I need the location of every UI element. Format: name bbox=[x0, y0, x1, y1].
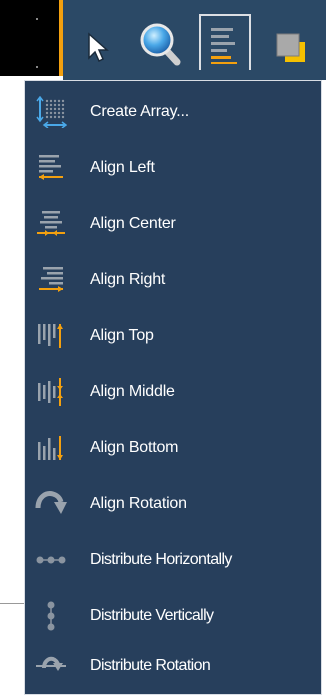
canvas-dot bbox=[36, 18, 38, 20]
menu-item-align-rotation[interactable]: Align Rotation bbox=[25, 479, 321, 529]
pointer-icon bbox=[88, 32, 109, 63]
menu-item-align-bottom[interactable]: Align Bottom bbox=[25, 423, 321, 473]
menu-item-label: Align Left bbox=[90, 159, 155, 176]
menu-item-align-middle[interactable]: Align Middle bbox=[25, 367, 321, 417]
menu-item-label: Align Middle bbox=[90, 383, 175, 400]
pointer-tool-button[interactable] bbox=[67, 14, 119, 70]
menu-item-distribute-vertically[interactable]: Distribute Vertically bbox=[25, 591, 321, 641]
menu-item-label: Align Top bbox=[90, 327, 154, 344]
toolbar bbox=[63, 0, 326, 80]
menu-item-label: Distribute Rotation bbox=[90, 657, 211, 674]
menu-item-label: Align Bottom bbox=[90, 439, 179, 456]
create-array-icon bbox=[36, 96, 67, 128]
distribute-rotation-icon bbox=[36, 656, 66, 671]
align-tool-button[interactable] bbox=[199, 14, 251, 70]
zoom-icon bbox=[140, 23, 181, 66]
align-rotation-icon bbox=[35, 491, 67, 514]
menu-item-align-left[interactable]: Align Left bbox=[25, 143, 321, 193]
align-right-icon bbox=[39, 267, 63, 292]
menu-item-align-right[interactable]: Align Right bbox=[25, 255, 321, 305]
menu-item-label: Align Right bbox=[90, 271, 166, 288]
layers-tool-button[interactable] bbox=[265, 14, 317, 70]
menu-item-label: Align Center bbox=[90, 215, 176, 232]
align-left-icon bbox=[39, 155, 63, 180]
align-left-icon bbox=[211, 28, 237, 64]
align-menu: Create Array... Align Left Align Center bbox=[24, 80, 322, 695]
menu-item-label: Distribute Vertically bbox=[90, 607, 214, 624]
distribute-vertically-icon bbox=[47, 601, 55, 631]
menu-item-label: Align Rotation bbox=[90, 495, 187, 512]
menu-item-align-center[interactable]: Align Center bbox=[25, 199, 321, 249]
menu-item-label: Distribute Horizontally bbox=[90, 551, 232, 568]
menu-item-label: Create Array... bbox=[90, 103, 189, 120]
align-center-icon bbox=[37, 211, 65, 236]
menu-item-create-array[interactable]: Create Array... bbox=[25, 87, 321, 137]
menu-item-align-top[interactable]: Align Top bbox=[25, 311, 321, 361]
distribute-horizontally-icon bbox=[36, 556, 66, 564]
align-top-icon bbox=[38, 324, 63, 348]
canvas-edge bbox=[0, 0, 62, 76]
zoom-tool-button[interactable] bbox=[133, 14, 185, 70]
canvas-dot bbox=[36, 66, 38, 68]
align-middle-icon bbox=[38, 378, 63, 406]
layers-icon bbox=[276, 33, 305, 62]
menu-item-distribute-rotation[interactable]: Distribute Rotation bbox=[25, 641, 321, 691]
align-bottom-icon bbox=[38, 436, 63, 460]
menu-item-distribute-horizontally[interactable]: Distribute Horizontally bbox=[25, 535, 321, 585]
